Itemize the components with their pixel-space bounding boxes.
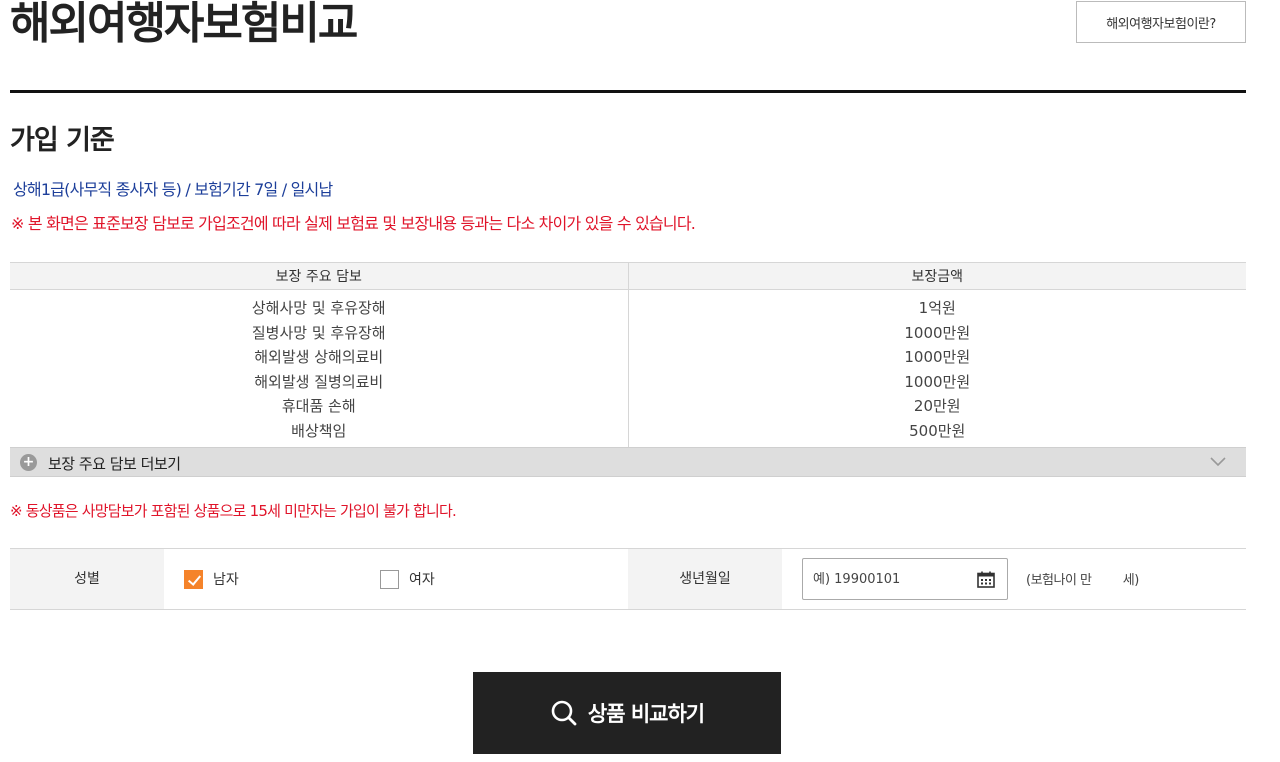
title-divider <box>10 90 1246 93</box>
gender-option-male[interactable]: 남자 <box>184 569 239 589</box>
plus-circle-icon: + <box>20 454 37 471</box>
applicant-form: 성별 남자 여자 생년월일 (보험나이 만 세) <box>10 548 1246 610</box>
coverage-table: 보장 주요 담보 보장금액 상해사망 및 후유장해 질병사망 및 후유장해 해외… <box>10 262 1246 448</box>
insurance-age-display: (보험나이 만 세) <box>1026 569 1139 588</box>
coverage-amount: 1000만원 <box>904 372 971 391</box>
search-icon <box>551 700 577 726</box>
coverage-item: 휴대품 손해 <box>281 397 356 416</box>
coverage-amount: 1000만원 <box>904 323 971 342</box>
chevron-down-icon <box>1210 457 1226 467</box>
coverage-item: 해외발생 질병의료비 <box>254 372 384 391</box>
table-row: 상해사망 및 후유장해 질병사망 및 후유장해 해외발생 상해의료비 해외발생 … <box>10 289 1246 448</box>
male-checkbox[interactable] <box>184 569 203 589</box>
coverage-item: 배상책임 <box>291 421 347 440</box>
coverage-item: 해외발생 상해의료비 <box>254 348 384 367</box>
coverage-header-amount: 보장금액 <box>628 262 1246 290</box>
age-restriction-notice: ※ 동상품은 사망담보가 포함된 상품으로 15세 미만자는 가입이 불가 합니… <box>10 502 457 520</box>
coverage-amount: 20만원 <box>913 397 961 416</box>
gender-label: 성별 <box>10 549 164 609</box>
what-is-travel-insurance-button[interactable]: 해외여행자보험이란? <box>1076 1 1246 43</box>
male-label: 남자 <box>213 572 239 588</box>
page-title: 해외여행자보험비교 <box>10 0 358 49</box>
coverage-items-cell: 상해사망 및 후유장해 질병사망 및 후유장해 해외발생 상해의료비 해외발생 … <box>10 289 629 448</box>
female-label: 여자 <box>409 572 435 588</box>
coverage-amount: 1억원 <box>918 299 956 317</box>
age-suffix: 세) <box>1122 573 1140 588</box>
coverage-more-label: 보장 주요 담보 더보기 <box>48 455 181 473</box>
age-prefix: (보험나이 만 <box>1026 573 1092 588</box>
birthdate-field-wrapper <box>802 558 1008 600</box>
compare-products-label: 상품 비교하기 <box>587 702 705 726</box>
female-checkbox[interactable] <box>380 569 399 589</box>
section-title: 가입 기준 <box>10 125 115 156</box>
coverage-item: 상해사망 및 후유장해 <box>251 299 386 317</box>
calendar-icon[interactable] <box>977 571 995 588</box>
coverage-item: 질병사망 및 후유장해 <box>251 323 386 342</box>
birthdate-input[interactable] <box>803 559 973 599</box>
coverage-amounts-cell: 1억원 1000만원 1000만원 1000만원 20만원 500만원 <box>628 290 1246 448</box>
coverage-amount: 1000만원 <box>904 348 971 367</box>
coverage-header-item: 보장 주요 담보 <box>10 262 629 290</box>
birthdate-label: 생년월일 <box>628 549 782 609</box>
criteria-summary: 상해1급(사무직 종사자 등) / 보험기간 7일 / 일시납 <box>13 180 333 199</box>
disclaimer-notice: ※ 본 화면은 표준보장 담보로 가입조건에 따라 실제 보험료 및 보장내용 … <box>11 214 696 233</box>
gender-option-female[interactable]: 여자 <box>380 569 435 589</box>
coverage-more-toggle[interactable]: + 보장 주요 담보 더보기 <box>10 447 1246 477</box>
compare-products-button[interactable]: 상품 비교하기 <box>473 672 781 754</box>
coverage-amount: 500만원 <box>909 421 966 440</box>
